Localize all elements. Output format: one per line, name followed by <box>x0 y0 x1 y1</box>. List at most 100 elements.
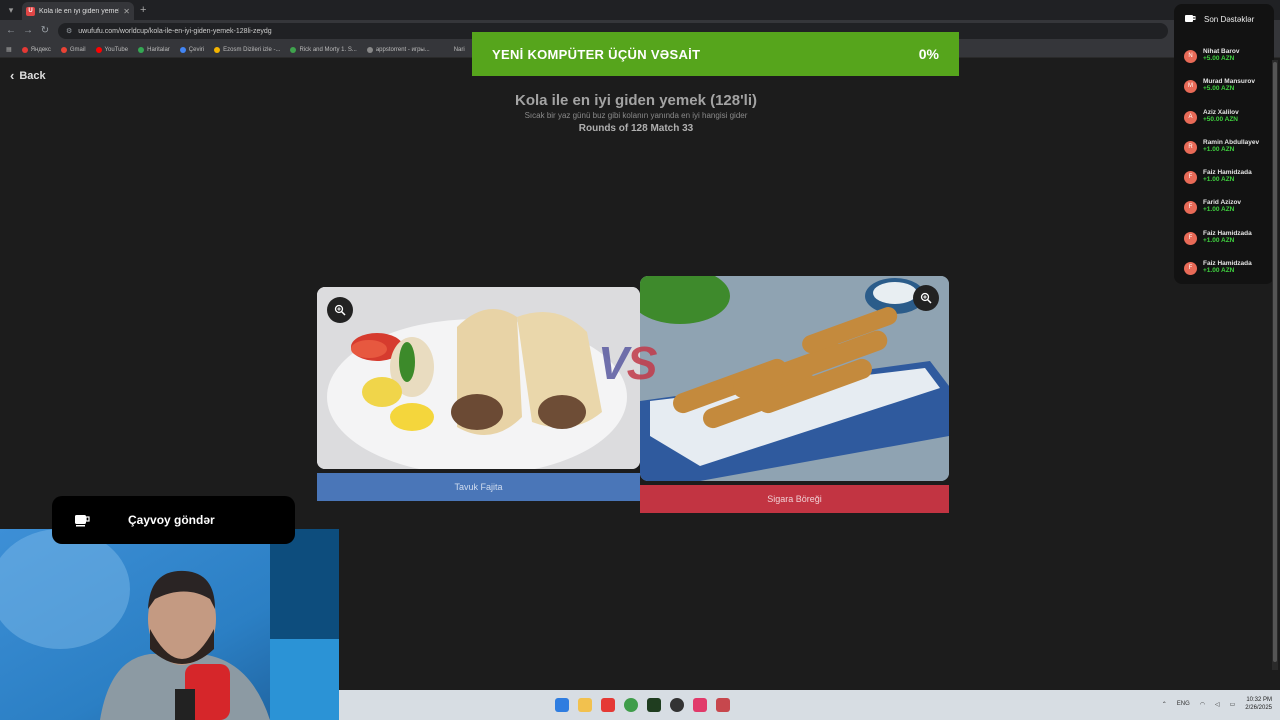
bookmark-item[interactable]: Nari <box>454 47 465 53</box>
bookmark-item[interactable]: Haritalar <box>138 46 170 53</box>
supporter-name: Faiz Hamidzada <box>1203 169 1252 177</box>
obs-icon[interactable] <box>670 698 684 712</box>
supporters-title: Son Dəstəklər <box>1204 14 1255 24</box>
screen: ▾ U Kola ile en iyi giden yemek (128... … <box>0 0 1280 720</box>
site-info-icon[interactable]: ⚙ <box>66 27 72 35</box>
bookmark-item[interactable]: Яндекс <box>21 46 51 53</box>
browser-tab[interactable]: U Kola ile en iyi giden yemek (128... ✕ <box>22 2 134 20</box>
yandex-browser-icon[interactable] <box>601 698 615 712</box>
bookmark-item[interactable]: Gmail <box>60 46 86 53</box>
supporter-item: M Murad Mansurov +5.00 AZN <box>1184 78 1272 108</box>
supporter-amount: +5.00 AZN <box>1203 55 1235 62</box>
bookmark-label: appstorrent - игры... <box>375 46 430 53</box>
avatar: A <box>1184 110 1197 124</box>
tab-favicon-icon: U <box>26 6 35 16</box>
bookmark-item[interactable]: appstorrent - игры... <box>366 46 430 53</box>
bookmark-label: Gmail <box>69 46 86 53</box>
supporter-name: Farid Azizov <box>1203 199 1242 207</box>
choice-label-left[interactable]: Tavuk Fajita <box>317 473 640 501</box>
supporters-header: Son Dəstəklər <box>1184 14 1254 24</box>
supporter-item: N Nihat Barov +5.00 AZN <box>1184 48 1272 78</box>
back-arrow-icon[interactable]: ← <box>4 24 18 38</box>
nvidia-icon[interactable] <box>647 698 661 712</box>
bookmark-favicon-icon <box>366 46 373 53</box>
tab-search-icon[interactable]: ▾ <box>4 3 18 17</box>
bookmark-favicon-icon <box>60 46 67 53</box>
recent-supporters-panel: Son Dəstəklər N Nihat Barov +5.00 AZN M Mur… <box>1174 4 1274 284</box>
supporter-item: F Faiz Hamidzada +1.00 AZN <box>1184 260 1272 290</box>
bookmark-label: Nari <box>453 46 465 53</box>
text-app-icon[interactable] <box>716 698 730 712</box>
apps-grid-icon[interactable]: ▦ <box>6 46 12 53</box>
supporter-item: F Faiz Hamidzada +1.00 AZN <box>1184 230 1272 260</box>
versus-letter-v: V <box>598 337 629 389</box>
back-label: Back <box>19 69 46 82</box>
avatar: F <box>1184 171 1197 185</box>
supporter-amount: +1.00 AZN <box>1203 176 1235 184</box>
supporter-name: Ramin Abdullayev <box>1203 138 1260 146</box>
bookmark-favicon-icon <box>95 46 102 53</box>
choice-card-left[interactable] <box>317 287 640 469</box>
tavuk-fajita-image <box>317 287 640 469</box>
avatar: F <box>1184 262 1197 276</box>
clock-time: 10:32 PM <box>1246 697 1272 703</box>
supporters-list: N Nihat Barov +5.00 AZN M Murad Mansurov +5.… <box>1184 48 1272 290</box>
volume-icon[interactable]: ◁ <box>1215 701 1220 708</box>
tea-donation-text: Çayvoy göndər <box>128 513 215 527</box>
page-subtitle: Sıcak bir yaz günü buz gibi kolanın yanı… <box>524 111 748 120</box>
bookmark-label: Çeviri <box>188 46 205 53</box>
page-title: Kola ile en iyi giden yemek (128'li) <box>515 92 757 109</box>
bookmark-label: YouTube <box>104 46 129 53</box>
start-icon[interactable] <box>555 698 569 712</box>
bookmark-favicon-icon <box>179 46 186 53</box>
network-icon[interactable]: ◠ <box>1200 701 1205 708</box>
supporter-amount: +5.00 AZN <box>1203 85 1235 93</box>
bookmark-favicon-icon <box>138 46 145 53</box>
url-text: uwufufu.com/worldcup/kola-ile-en-iyi-gid… <box>78 27 272 35</box>
cup-icon <box>75 515 90 527</box>
chevron-left-icon: ‹ <box>10 68 15 83</box>
round-info: Rounds of 128 Match 33 <box>578 123 694 134</box>
tray-language[interactable]: ENG <box>1177 701 1190 707</box>
tab-close-icon[interactable]: ✕ <box>123 7 130 16</box>
bookmark-favicon-icon <box>290 46 297 53</box>
chrome-icon[interactable] <box>624 698 638 712</box>
donation-goal-progress: 0% <box>918 46 939 62</box>
tab-title: Kola ile en iyi giden yemek (128... <box>39 7 119 15</box>
tiktok-icon[interactable] <box>693 698 707 712</box>
match-heading: Kola ile en iyi giden yemek (128'li) Sıc… <box>436 92 836 134</box>
supporter-name: Aziz Xalilov <box>1203 108 1239 116</box>
battery-icon[interactable]: ▭ <box>1230 701 1236 708</box>
streamer-video <box>0 529 339 720</box>
supporter-item: R Ramin Abdullayev +1.00 AZN <box>1184 139 1272 169</box>
bookmark-favicon-icon <box>21 46 28 53</box>
clock[interactable]: 10:32 PM 2/26/2025 <box>1245 696 1272 712</box>
sigara-boregi-image <box>640 276 949 481</box>
choice-card-right[interactable] <box>640 276 949 481</box>
avatar: N <box>1184 50 1197 63</box>
donation-goal-banner: YENİ KOMPÜTER ÜÇÜN VƏSAİT 0% <box>472 32 959 76</box>
forward-arrow-icon[interactable]: → <box>21 24 35 38</box>
versus-letter-s: S <box>626 337 658 389</box>
back-button[interactable]: ‹ Back <box>10 69 46 82</box>
bookmark-item[interactable]: Ezosm Dizileri izle -... <box>214 46 280 53</box>
bookmark-item[interactable]: YouTube <box>95 46 129 53</box>
bookmark-item[interactable]: Çeviri <box>179 46 205 53</box>
avatar: R <box>1184 140 1197 154</box>
zoom-in-icon[interactable] <box>327 297 353 323</box>
tea-donation-widget[interactable]: Çayvoy göndər <box>52 496 295 544</box>
scrollbar-thumb[interactable] <box>1273 62 1277 662</box>
choice-label-right[interactable]: Sigara Böreği <box>640 485 949 513</box>
file-explorer-icon[interactable] <box>578 698 592 712</box>
supporter-amount: +1.00 AZN <box>1203 236 1235 244</box>
page-scrollbar[interactable] <box>1272 60 1278 670</box>
supporter-name: Faiz Hamidzada <box>1203 229 1252 237</box>
zoom-in-icon[interactable] <box>913 285 939 311</box>
bookmark-item[interactable]: Rick and Morty 1. S... <box>290 46 357 53</box>
reload-icon[interactable]: ↻ <box>38 24 52 38</box>
supporter-item: F Farid Azizov +1.00 AZN <box>1184 199 1272 229</box>
bookmark-label: Rick and Morty 1. S... <box>299 46 357 53</box>
tray-chevron-up-icon[interactable]: ⌃ <box>1162 701 1167 708</box>
browser-tab-bar: ▾ U Kola ile en iyi giden yemek (128... … <box>0 0 1280 20</box>
new-tab-icon[interactable]: + <box>140 3 146 17</box>
